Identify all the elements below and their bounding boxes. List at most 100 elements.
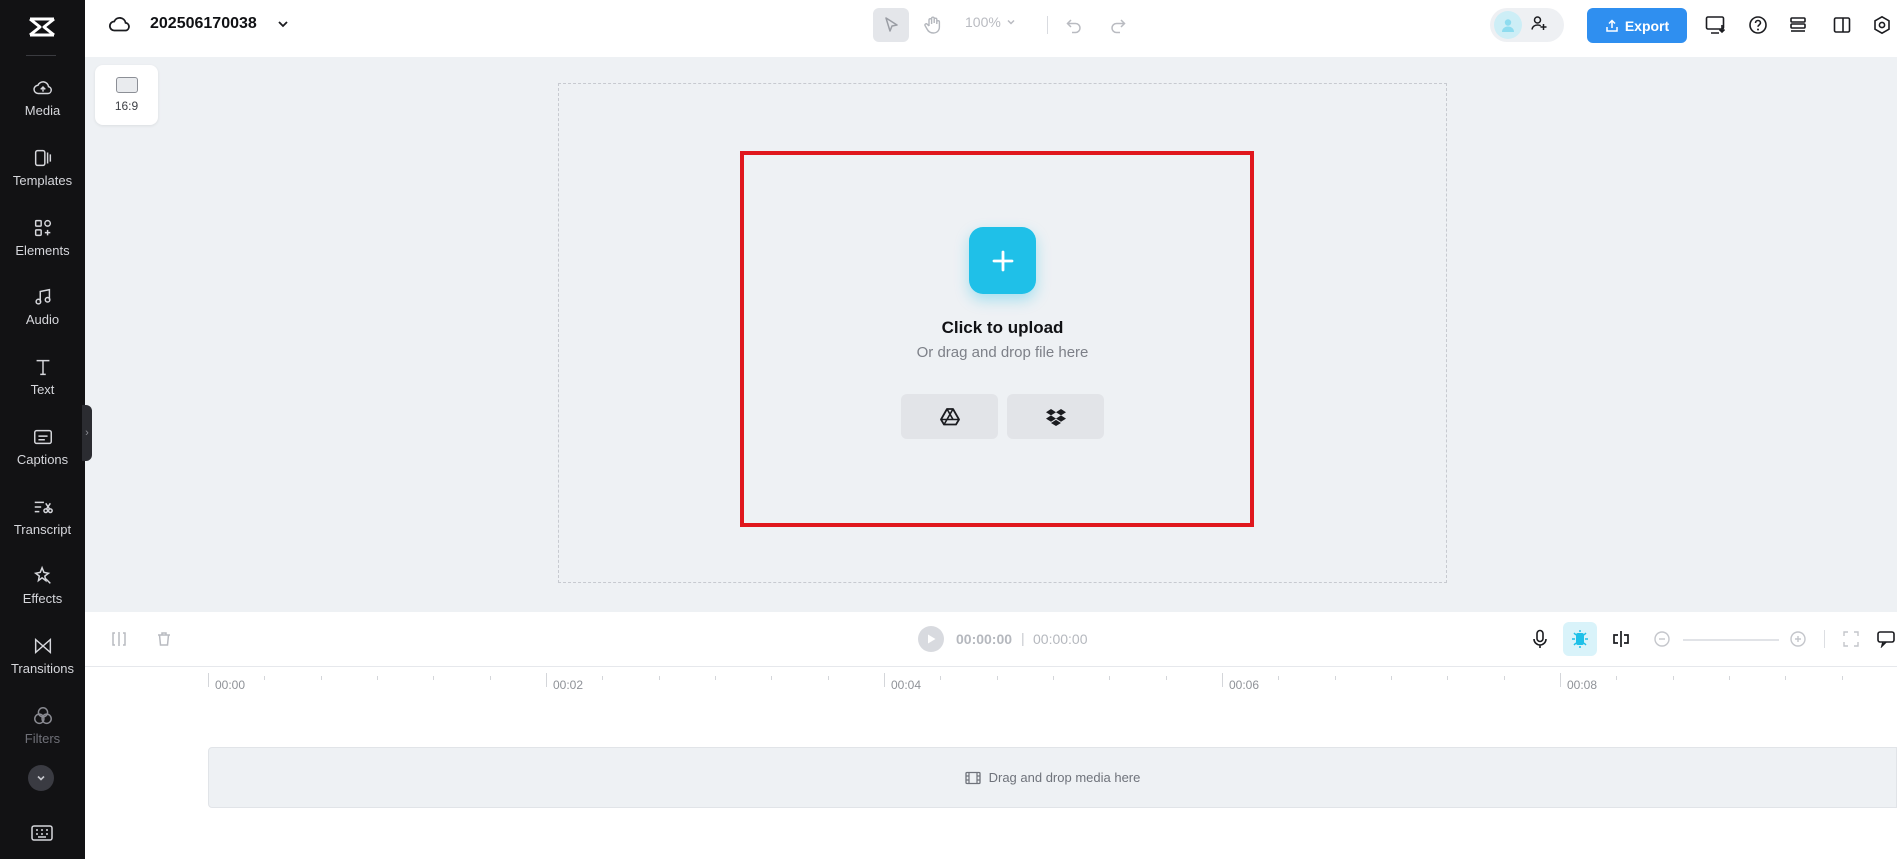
left-sidebar: Media Templates Elements Audio Text Capt… (0, 0, 85, 859)
timeline-ruler[interactable] (208, 673, 1897, 687)
aspect-ratio-button[interactable]: 16:9 (95, 65, 158, 125)
fullscreen-icon (1843, 631, 1859, 647)
layers-button[interactable] (1785, 12, 1811, 38)
record-voice-button[interactable] (1528, 627, 1552, 651)
upload-subtitle: Or drag and drop file here (916, 344, 1089, 361)
layers-icon (1790, 17, 1806, 32)
sidebar-item-label: Media (24, 102, 61, 118)
total-time: 00:00:00 (1033, 631, 1088, 647)
capcut-logo-icon[interactable] (22, 10, 62, 44)
sidebar-item-effects[interactable]: Effects (0, 554, 85, 616)
transcript-icon (34, 501, 53, 513)
settings-button[interactable] (1869, 12, 1895, 38)
sidebar-item-text[interactable]: Text (0, 345, 85, 407)
elements-icon (34, 219, 51, 236)
aspect-ratio-label: 16:9 (114, 99, 139, 113)
present-button[interactable] (1703, 12, 1729, 38)
sidebar-collapse-handle[interactable]: › (82, 405, 92, 461)
sidebar-item-templates[interactable]: Templates (0, 136, 85, 198)
ruler-label: 00:06 (1229, 678, 1260, 692)
sidebar-item-label: Audio (25, 311, 60, 327)
google-drive-icon (939, 407, 960, 425)
zoom-dropdown[interactable]: 100% (965, 14, 1017, 30)
undo-icon (1066, 19, 1081, 34)
sidebar-item-label: Templates (12, 172, 73, 188)
timeline-zoom-slider[interactable] (1683, 639, 1779, 641)
chevron-down-icon (37, 775, 45, 781)
dropbox-button[interactable] (1007, 394, 1104, 439)
sidebar-item-filters[interactable]: Filters (0, 694, 85, 756)
sidebar-item-label: Transitions (10, 660, 75, 676)
user-avatar-icon (1502, 19, 1514, 32)
music-note-icon (34, 288, 51, 305)
play-button[interactable] (918, 626, 944, 652)
plus-icon (992, 250, 1013, 271)
keyboard-shortcuts-button[interactable] (29, 822, 55, 844)
google-drive-button[interactable] (901, 394, 998, 439)
chevron-down-icon[interactable] (275, 16, 291, 32)
media-track-dropzone[interactable]: Drag and drop media here (208, 747, 1897, 808)
keyboard-icon (31, 825, 53, 841)
logo-divider (26, 55, 56, 56)
cloud-sync-icon[interactable] (108, 14, 132, 34)
link-button[interactable] (1609, 627, 1633, 651)
sidebar-item-audio[interactable]: Audio (0, 275, 85, 337)
sidebar-item-transcript[interactable]: Transcript (0, 485, 85, 547)
help-button[interactable] (1745, 12, 1771, 38)
upload-drop-zone[interactable] (740, 151, 1254, 527)
captions-icon (33, 429, 52, 444)
sidebar-item-label: Elements (15, 242, 70, 258)
collaborators-group[interactable] (1490, 8, 1564, 42)
delete-button[interactable] (152, 627, 176, 651)
undo-button[interactable] (1061, 12, 1087, 38)
speech-bubble-icon (1877, 631, 1895, 648)
project-title[interactable]: 202506170038 (150, 15, 257, 33)
time-separator: | (1021, 630, 1025, 646)
hand-tool-button[interactable] (917, 8, 949, 42)
magnet-snap-icon (1572, 630, 1588, 648)
dropbox-icon (1045, 408, 1066, 426)
sidebar-item-label: Effects (22, 590, 63, 606)
current-time: 00:00:00 (956, 631, 1013, 647)
gear-icon (1874, 15, 1890, 35)
ruler-label: 00:04 (891, 678, 922, 692)
upload-button[interactable] (969, 227, 1036, 294)
zoom-in-icon (1790, 631, 1806, 647)
sidebar-item-media[interactable]: Media (0, 66, 85, 128)
sidebar-item-label: Captions (16, 451, 69, 467)
more-tools-button[interactable] (28, 765, 54, 791)
fit-timeline-button[interactable] (1839, 627, 1863, 651)
panel-toggle-button[interactable] (1829, 12, 1855, 38)
sidebar-item-transitions[interactable]: Transitions (0, 624, 85, 686)
sidebar-item-elements[interactable]: Elements (0, 206, 85, 268)
split-button[interactable] (107, 627, 131, 651)
zoom-in-button[interactable] (1786, 627, 1810, 651)
monitor-download-icon (1705, 16, 1726, 34)
trash-icon (158, 632, 170, 646)
export-button[interactable]: Export (1587, 8, 1687, 43)
split-panel-icon (1833, 17, 1851, 33)
redo-button[interactable] (1105, 12, 1131, 38)
split-icon (112, 632, 126, 646)
ruler-label: 00:02 (553, 678, 584, 692)
top-bar: 202506170038 100% Export (85, 0, 1897, 57)
text-icon (36, 359, 49, 375)
templates-icon (34, 149, 51, 166)
transitions-icon (34, 637, 51, 654)
captions-panel-button[interactable] (1874, 627, 1897, 651)
sidebar-item-label: Filters (24, 730, 61, 746)
zoom-out-button[interactable] (1650, 627, 1674, 651)
sidebar-item-captions[interactable]: Captions (0, 415, 85, 477)
pointer-icon (885, 17, 898, 32)
microphone-icon (1533, 629, 1547, 648)
split-link-icon (1613, 631, 1629, 647)
ruler-label: 00:08 (1567, 678, 1598, 692)
select-tool-button[interactable] (873, 8, 909, 42)
auto-snap-toggle[interactable] (1563, 622, 1597, 656)
sidebar-item-label: Text (30, 381, 55, 397)
add-user-icon[interactable] (1530, 14, 1548, 37)
aspect-ratio-icon (115, 77, 138, 93)
toolbar-divider (1047, 16, 1048, 34)
avatar[interactable] (1494, 11, 1522, 39)
upload-title[interactable]: Click to upload (850, 318, 1155, 338)
